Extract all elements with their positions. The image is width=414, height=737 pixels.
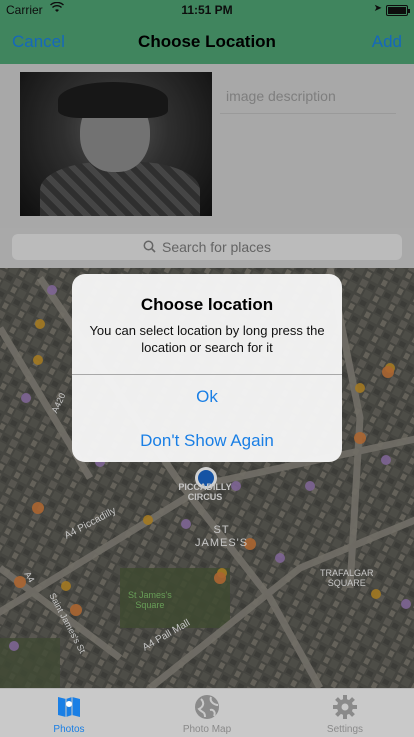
- tab-label-photo-map: Photo Map: [182, 724, 232, 735]
- gear-icon: [331, 693, 359, 721]
- tab-label-settings: Settings: [326, 724, 364, 735]
- tab-settings[interactable]: Settings: [276, 689, 414, 737]
- dont-show-again-button[interactable]: Don't Show Again: [72, 431, 342, 451]
- alert-divider: [72, 374, 342, 375]
- ok-button[interactable]: Ok: [72, 387, 342, 407]
- tab-bar: Photos Photo Map Settings: [0, 688, 414, 737]
- alert-title: Choose location: [140, 295, 274, 314]
- tab-label-photos: Photos: [53, 724, 85, 735]
- map-book-icon: [55, 693, 83, 721]
- alert-message: You can select location by long press th…: [89, 323, 325, 355]
- choose-location-alert: Choose location You can select location …: [72, 274, 342, 462]
- globe-icon: [193, 693, 221, 721]
- tab-photo-map[interactable]: Photo Map: [138, 689, 276, 737]
- tab-photos[interactable]: Photos: [0, 689, 138, 737]
